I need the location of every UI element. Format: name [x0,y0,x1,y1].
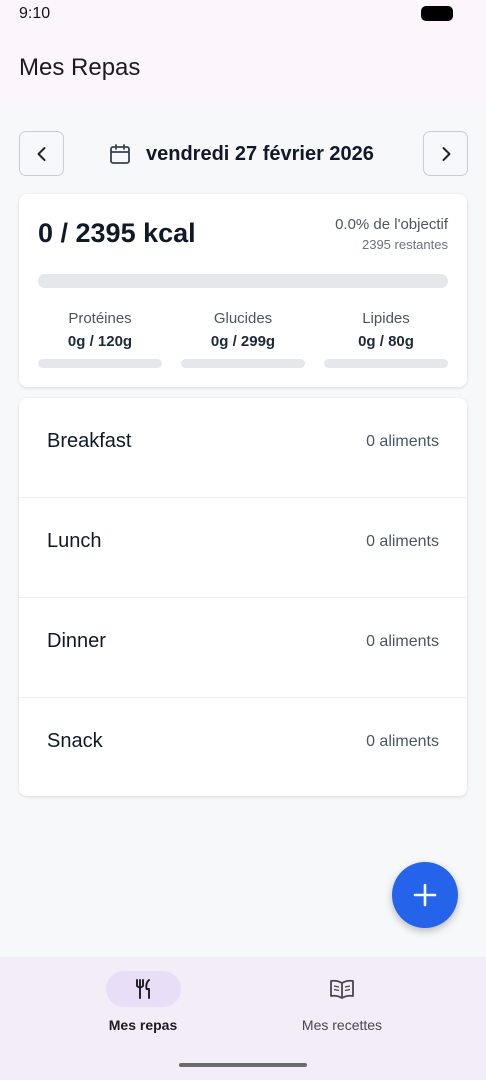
book-open-icon [330,979,354,999]
nav-item-meals[interactable]: Mes repas [63,971,223,1033]
meal-item-count: 0 aliments [366,633,439,650]
meal-name: Lunch [47,530,102,552]
chevron-left-icon [37,146,45,161]
page-title: Mes Repas [19,54,141,81]
nav-label: Mes repas [108,1017,178,1033]
date-selector[interactable]: vendredi 27 février 2026 [108,140,374,168]
fats-progress-bar [324,359,448,368]
macro-value: 0g / 299g [210,333,276,350]
macro-value: 0g / 120g [67,333,133,350]
meal-row-breakfast[interactable]: Breakfast 0 aliments [19,398,467,498]
status-bar: 9:10 [0,0,486,28]
macro-label: Protéines [68,310,132,327]
current-date: vendredi 27 février 2026 [146,142,374,165]
nutrition-summary-card: 0 / 2395 kcal 0.0% de l'objectif 2395 re… [19,194,467,387]
calendar-icon [110,144,130,164]
next-day-button[interactable] [423,131,468,176]
battery-icon [421,6,453,21]
macro-proteins: Protéines 0g / 120g [38,310,162,350]
macro-carbs: Glucides 0g / 299g [181,310,305,350]
bottom-navigation: Mes repas Mes recettes [0,957,486,1080]
nav-active-indicator [105,971,181,1007]
calories-total: 0 / 2395 kcal [38,218,196,248]
meals-list: Breakfast 0 aliments Lunch 0 aliments Di… [19,398,467,796]
meal-row-lunch[interactable]: Lunch 0 aliments [19,498,467,598]
meal-row-dinner[interactable]: Dinner 0 aliments [19,598,467,698]
plus-icon [413,883,437,907]
macro-value: 0g / 80g [358,333,414,350]
macro-fats: Lipides 0g / 80g [324,310,448,350]
calories-remaining: 2395 restantes [361,237,448,252]
previous-day-button[interactable] [19,131,64,176]
home-indicator[interactable] [179,1063,307,1067]
carbs-progress-bar [181,359,305,368]
status-time: 9:10 [19,5,51,22]
utensils-icon [136,979,150,999]
goal-percentage: 0.0% de l'objectif [335,216,448,233]
calories-progress-bar [38,274,448,288]
nav-indicator [305,971,380,1007]
meal-name: Snack [47,730,103,752]
chevron-right-icon [442,146,450,161]
proteins-progress-bar [38,359,162,368]
meal-item-count: 0 aliments [366,533,439,550]
meal-item-count: 0 aliments [366,433,439,450]
meal-row-snack[interactable]: Snack 0 aliments [19,698,467,796]
nav-item-recipes[interactable]: Mes recettes [262,971,422,1033]
add-food-button[interactable] [392,862,458,928]
meal-item-count: 0 aliments [366,733,439,750]
nav-label: Mes recettes [301,1017,383,1033]
meal-name: Dinner [47,630,106,652]
meal-name: Breakfast [47,430,132,452]
macro-label: Lipides [362,310,410,327]
app-bar: Mes Repas [0,28,486,104]
macro-label: Glucides [213,310,273,327]
